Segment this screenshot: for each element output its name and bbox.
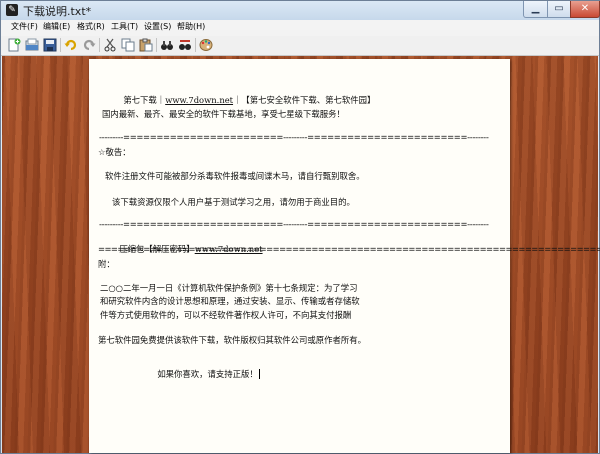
new-icon[interactable]	[7, 38, 21, 52]
site-link[interactable]: www.7down.net	[165, 95, 233, 105]
menu-help[interactable]: 帮助(H)	[177, 21, 205, 32]
toolbar-separator	[156, 38, 157, 52]
doc-line-11: 二○○二年一月一日《计算机软件保护条例》第十七条规定：为了学习	[100, 283, 358, 293]
doc-line-14: 第七软件园免费提供该软件下载，软件版权归其软件公司或原作者所有。	[98, 335, 366, 345]
doc-line-12: 和研究软件内含的设计思想和原理，通过安装、显示、传输或者存储软	[100, 296, 360, 306]
doc-divider-2: ---------========================-------…	[99, 219, 489, 229]
doc-line-13: 件等方式使用软件的，可以不经软件著作权人许可，不向其支付报酬	[100, 310, 352, 320]
menu-edit[interactable]: 编辑(E)	[43, 21, 70, 32]
menu-format[interactable]: 格式(R)	[77, 21, 105, 32]
app-window: ✎ 下载说明.txt* ▁ ▭ ✕ 文件(F) 编辑(E) 格式(R) 工具(T…	[0, 0, 600, 454]
document-page[interactable]: 第七下载｜www.7down.net｜【第七安全软件下载、第七软件园】 国内最新…	[89, 59, 600, 453]
menu-tools[interactable]: 工具(T)	[111, 21, 138, 32]
toolbar	[1, 36, 599, 56]
doc-line-15: 如果你喜欢，请支持正版！	[157, 369, 260, 379]
toolbar-separator	[99, 38, 100, 52]
menu-bar: 文件(F) 编辑(E) 格式(R) 工具(T) 设置(S) 帮助(H)	[1, 20, 599, 37]
find-icon[interactable]	[160, 38, 174, 52]
editor-background: 第七下载｜www.7down.net｜【第七安全软件下载、第七软件园】 国内最新…	[2, 56, 600, 453]
undo-icon[interactable]	[64, 38, 78, 52]
replace-icon[interactable]	[178, 38, 192, 52]
doc-line-2: 国内最新、最齐、最安全的软件下载基地，享受七星级下载服务！	[102, 109, 345, 119]
doc-divider-3: ========================================…	[98, 244, 600, 254]
save-icon[interactable]	[43, 38, 57, 52]
cut-icon[interactable]	[103, 38, 117, 52]
copy-icon[interactable]	[121, 38, 135, 52]
maximize-button[interactable]: ▭	[547, 1, 571, 18]
menu-settings[interactable]: 设置(S)	[144, 21, 171, 32]
text-cursor	[258, 369, 260, 379]
doc-line-5: 软件注册文件可能被部分杀毒软件报毒或间谍木马，请自行甄别取舍。	[105, 171, 365, 181]
minimize-button[interactable]: ▁	[523, 1, 548, 18]
paste-icon[interactable]	[139, 38, 153, 52]
open-icon[interactable]	[25, 38, 39, 52]
title-bar[interactable]: ✎ 下载说明.txt* ▁ ▭ ✕	[1, 1, 600, 21]
doc-line-appendix: 附：	[98, 259, 115, 269]
app-icon: ✎	[6, 4, 18, 16]
close-button[interactable]: ✕	[570, 1, 600, 18]
toolbar-separator	[195, 38, 196, 52]
doc-line-6: 该下载资源仅限个人用户基于测试学习之用，请勿用于商业目的。	[112, 197, 355, 207]
toolbar-separator	[60, 38, 61, 52]
window-title: 下载说明.txt*	[23, 5, 92, 18]
redo-icon[interactable]	[82, 38, 96, 52]
doc-divider-1: ---------========================-------…	[99, 132, 489, 142]
doc-line-notice: ☆敬告：	[98, 147, 131, 157]
palette-icon[interactable]	[199, 38, 213, 52]
menu-file[interactable]: 文件(F)	[11, 21, 38, 32]
